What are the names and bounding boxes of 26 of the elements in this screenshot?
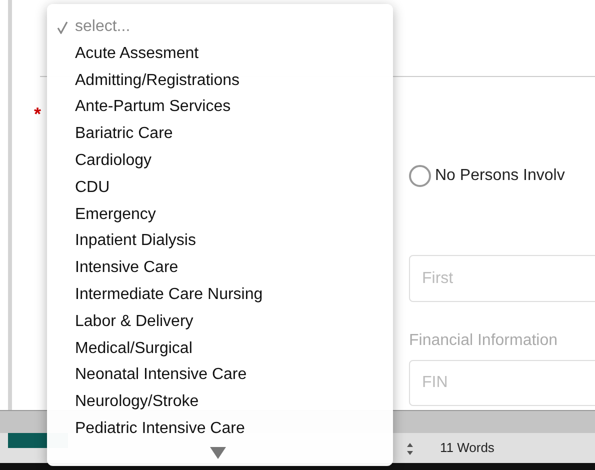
word-count: 11 Words — [440, 440, 494, 455]
menu-item[interactable]: Pediatric Intensive Care — [47, 418, 393, 445]
radio-button[interactable] — [409, 165, 431, 187]
menu-item[interactable]: Acute Assesment — [47, 42, 393, 70]
menu-item[interactable]: Cardiology — [47, 150, 393, 177]
menu-item[interactable]: Intensive Care — [47, 257, 393, 284]
menu-item[interactable]: Intermediate Care Nursing — [47, 284, 393, 311]
menu-item[interactable]: Admitting/Registrations — [47, 70, 393, 96]
menu-item[interactable]: Inpatient Dialysis — [47, 230, 393, 258]
menu-item[interactable]: Emergency — [47, 204, 393, 230]
menu-item[interactable]: select... — [47, 16, 393, 43]
checkmark-icon — [57, 21, 68, 34]
menu-item[interactable]: Neonatal Intensive Care — [47, 364, 393, 392]
radio-label: No Persons Involv — [435, 167, 565, 185]
required-mark: * — [34, 104, 42, 125]
field-label: Financial Information — [409, 332, 559, 350]
fin-field[interactable]: FIN — [409, 360, 595, 406]
stepper-icon[interactable] — [406, 442, 414, 456]
menu-item[interactable]: Bariatric Care — [47, 123, 393, 150]
menu-item[interactable]: Neurology/Stroke — [47, 391, 393, 418]
menu-item[interactable]: Medical/Surgical — [47, 338, 393, 364]
scroll-down-icon[interactable] — [210, 447, 226, 459]
menu-item[interactable]: CDU — [47, 176, 393, 204]
menu-item[interactable]: Ante-Partum Services — [47, 96, 393, 124]
menu-item[interactable]: Labor & Delivery — [47, 310, 393, 338]
first-name-field[interactable]: First — [409, 255, 595, 302]
